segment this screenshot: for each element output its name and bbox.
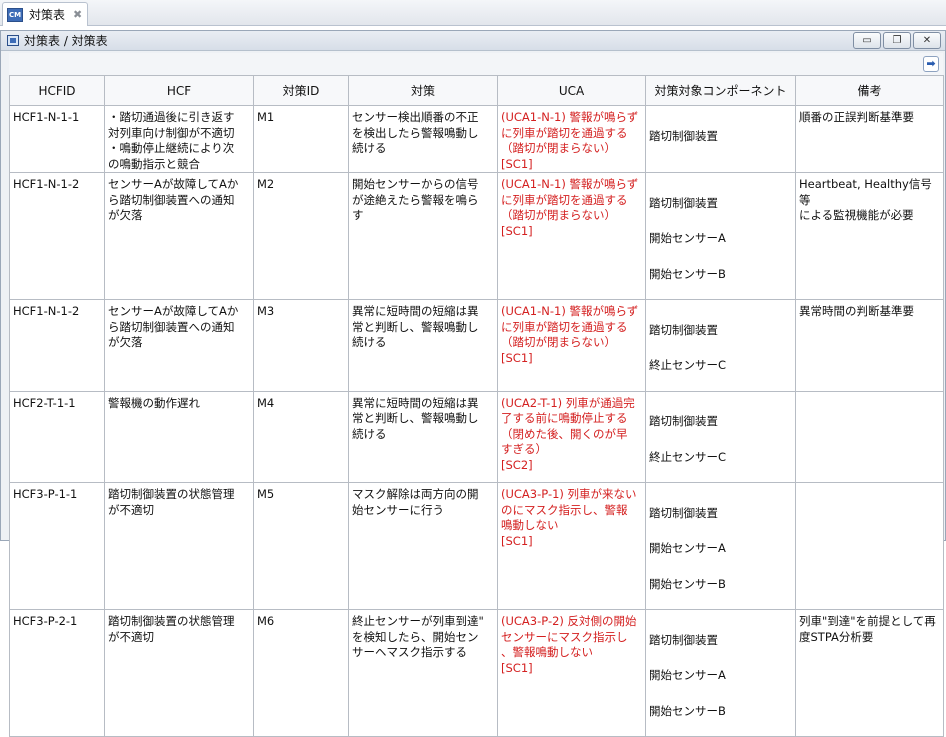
hcfid-cell[interactable]: HCF1-N-1-2 [9,299,105,392]
panel-toolbar: ➡ [9,53,943,75]
component-item: 開始センサーB [649,576,726,591]
component-cell[interactable]: 踏切制御装置 開始センサーA 開始センサーB [645,172,796,300]
component-item: 開始センサーB [649,703,726,718]
note-cell[interactable] [795,482,944,610]
close-button[interactable]: ✕ [913,32,941,49]
component-item: 踏切制御装置 [649,322,718,337]
minimize-button[interactable]: ▭ [853,32,881,49]
component-item: 開始センサーB [649,266,726,281]
table-row[interactable]: HCF3-P-2-1 踏切制御装置の状態管理 が不適切 M6 終止センサーが列車… [9,609,944,737]
measure-id-cell[interactable]: M1 [253,105,349,173]
table-row[interactable]: HCF3-P-1-1 踏切制御装置の状態管理 が不適切 M5 マスク解除は両方向… [9,482,944,610]
hcfid-cell[interactable]: HCF3-P-2-1 [9,609,105,737]
component-cell[interactable]: 踏切制御装置 開始センサーA 開始センサーB [645,609,796,737]
forward-arrow-icon[interactable]: ➡ [923,56,939,72]
hcf-cell[interactable]: 警報機の動作遅れ [104,390,254,483]
component-cell[interactable]: 踏切制御装置 終止センサーC [645,390,796,483]
column-header-hcfid[interactable]: HCFID [9,75,105,106]
column-header-measure-id[interactable]: 対策ID [253,75,349,106]
table-header-row: HCFID HCF 対策ID 対策 UCA 対策対象コンポーネント 備考 [9,75,944,106]
note-cell[interactable]: Heartbeat, Healthy信号等 による監視機能が必要 [795,172,944,300]
table-row[interactable]: HCF1-N-1-1 ・踏切通過後に引き返す 対列車向け制御が不適切 ・鳴動停止… [9,105,944,173]
close-icon[interactable]: ✖ [73,8,82,21]
uca-cell[interactable]: (UCA2-T-1) 列車が通過完 了する前に鳴動停止する （閉めた後、開くのが… [497,390,646,483]
tab-measures-table[interactable]: CM 対策表 ✖ [2,2,88,26]
component-item: 踏切制御装置 [649,505,718,520]
measure-id-cell[interactable]: M4 [253,390,349,483]
hcf-cell[interactable]: センサーAが故障してAか ら踏切制御装置への通知 が欠落 [104,172,254,300]
column-header-note[interactable]: 備考 [795,75,944,106]
hcfid-cell[interactable]: HCF3-P-1-1 [9,482,105,610]
component-item: 踏切制御装置 [649,632,718,647]
component-cell[interactable]: 踏切制御装置 終止センサーC [645,299,796,392]
column-header-uca[interactable]: UCA [497,75,646,106]
table-row[interactable]: HCF2-T-1-1 警報機の動作遅れ M4 異常に短時間の短縮は異 常と判断し… [9,390,944,483]
note-cell[interactable]: 列車"到達"を前提として再 度STPA分析要 [795,609,944,737]
measure-id-cell[interactable]: M3 [253,299,349,392]
hcfid-cell[interactable]: HCF1-N-1-1 [9,105,105,173]
component-item: 踏切制御装置 [649,128,718,143]
measure-cell[interactable]: 開始センサーからの信号 が途絶えたら警報を鳴ら す [348,172,498,300]
component-item: 踏切制御装置 [649,414,718,428]
editor-tab-bar: CM 対策表 ✖ [0,0,946,26]
hcf-cell[interactable]: 踏切制御装置の状態管理 が不適切 [104,482,254,610]
component-item: 開始センサーA [649,668,726,682]
view-icon [7,35,19,46]
hcf-cell[interactable]: 踏切制御装置の状態管理 が不適切 [104,609,254,737]
measure-id-cell[interactable]: M5 [253,482,349,610]
component-item: 終止センサーC [649,449,727,464]
measures-view-panel: 対策表 / 対策表 ▭ ❐ ✕ ➡ HCFID HCF 対策ID 対策 UCA [0,30,946,737]
measure-cell[interactable]: 終止センサーが列車到達" を検知したら、開始セン サーヘマスク指示する [348,609,498,737]
table-row[interactable]: HCF1-N-1-2 センサーAが故障してAか ら踏切制御装置への通知 が欠落 … [9,299,944,392]
column-header-hcf[interactable]: HCF [104,75,254,106]
hcfid-cell[interactable]: HCF1-N-1-2 [9,172,105,300]
component-item: 終止センサーC [649,358,727,372]
note-cell[interactable]: 順番の正誤判断基準要 [795,105,944,173]
uca-cell[interactable]: (UCA1-N-1) 警報が鳴らず に列車が踏切を通過する （踏切が閉まらない）… [497,299,646,392]
component-item: 開始センサーA [649,231,726,245]
table-row[interactable]: HCF1-N-1-2 センサーAが故障してAか ら踏切制御装置への通知 が欠落 … [9,172,944,300]
measure-id-cell[interactable]: M2 [253,172,349,300]
panel-header: 対策表 / 対策表 ▭ ❐ ✕ [1,31,945,51]
hcfid-cell[interactable]: HCF2-T-1-1 [9,390,105,483]
measures-table: HCFID HCF 対策ID 対策 UCA 対策対象コンポーネント 備考 HCF… [9,75,944,737]
component-cell[interactable]: 踏切制御装置 開始センサーA 開始センサーB [645,482,796,610]
uca-cell[interactable]: (UCA3-P-2) 反対側の開始 センサーにマスク指示し 、警報鳴動しない [… [497,609,646,737]
measure-cell[interactable]: 異常に短時間の短縮は異 常と判断し、警報鳴動し 続ける [348,299,498,392]
tab-label: 対策表 [29,8,66,22]
uca-cell[interactable]: (UCA1-N-1) 警報が鳴らず に列車が踏切を通過する （踏切が閉まらない）… [497,105,646,173]
measure-id-cell[interactable]: M6 [253,609,349,737]
component-cell[interactable]: 踏切制御装置 [645,105,796,173]
measure-cell[interactable]: マスク解除は両方向の開 始センサーに行う [348,482,498,610]
hcf-cell[interactable]: センサーAが故障してAか ら踏切制御装置への通知 が欠落 [104,299,254,392]
measure-cell[interactable]: 異常に短時間の短縮は異 常と判断し、警報鳴動し 続ける [348,390,498,483]
uca-cell[interactable]: (UCA3-P-1) 列車が来ない のにマスク指示し、警報 鳴動しない [SC1… [497,482,646,610]
window-controls: ▭ ❐ ✕ [853,32,941,49]
panel-title: 対策表 / 対策表 [24,34,108,48]
restore-button[interactable]: ❐ [883,32,911,49]
column-header-target-component[interactable]: 対策対象コンポーネント [645,75,796,106]
uca-cell[interactable]: (UCA1-N-1) 警報が鳴らず に列車が踏切を通過する （踏切が閉まらない）… [497,172,646,300]
component-item: 開始センサーA [649,541,726,555]
note-cell[interactable] [795,390,944,483]
hcf-cell[interactable]: ・踏切通過後に引き返す 対列車向け制御が不適切 ・鳴動停止継続により次 の鳴動指… [104,105,254,173]
component-item: 踏切制御装置 [649,195,718,210]
measure-cell[interactable]: センサー検出順番の不正 を検出したら警報鳴動し 続ける [348,105,498,173]
table-icon: CM [7,7,23,22]
note-cell[interactable]: 異常時間の判断基準要 [795,299,944,392]
column-header-measure[interactable]: 対策 [348,75,498,106]
